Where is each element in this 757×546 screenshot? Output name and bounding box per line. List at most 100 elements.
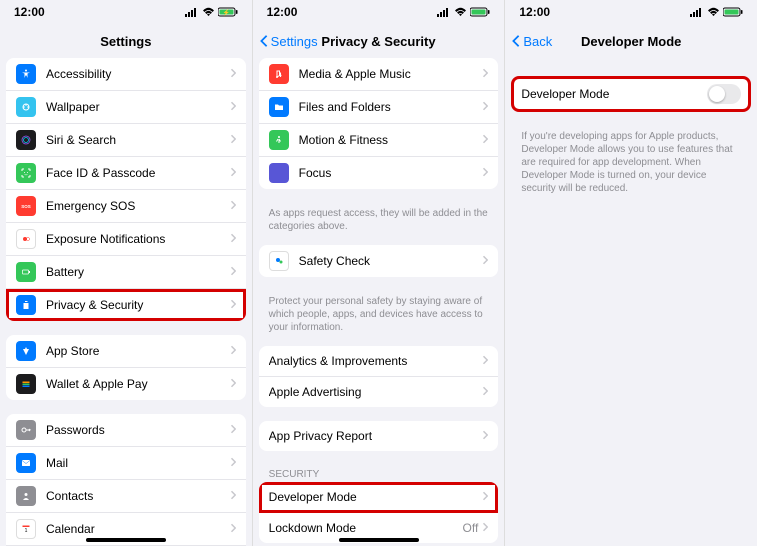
row-label: Siri & Search (46, 133, 230, 147)
chevron-right-icon (230, 487, 236, 505)
chevron-right-icon (230, 296, 236, 314)
cellular-icon (690, 7, 704, 17)
devmode-content: Developer Mode If you're developing apps… (505, 58, 757, 546)
privacy-screen: 12:00 Settings Privacy & Security Media … (253, 0, 506, 546)
row-analytics[interactable]: Analytics & Improvements (259, 346, 499, 377)
row-label: Lockdown Mode (269, 521, 463, 535)
row-battery[interactable]: Battery (6, 256, 246, 289)
row-label: Wallpaper (46, 100, 230, 114)
contacts-icon (16, 486, 36, 506)
row-accessibility[interactable]: Accessibility (6, 58, 246, 91)
row-developer-mode[interactable]: Developer Mode (259, 482, 499, 513)
battery-icon (723, 7, 743, 17)
row-wallpaper[interactable]: Wallpaper (6, 91, 246, 124)
status-bar: 12:00 (505, 0, 757, 24)
row-privacy-report[interactable]: App Privacy Report (259, 421, 499, 451)
chevron-right-icon (230, 131, 236, 149)
chevron-right-icon (230, 98, 236, 116)
cellular-icon (185, 7, 199, 17)
page-title: Developer Mode (581, 34, 681, 49)
row-developer-mode-toggle[interactable]: Developer Mode (511, 76, 751, 112)
page-title: Settings (100, 34, 151, 49)
safety-icon (269, 251, 289, 271)
chevron-right-icon (230, 520, 236, 538)
row-appstore[interactable]: App Store (6, 335, 246, 368)
home-indicator[interactable] (339, 538, 419, 542)
lockdown-state: Off (463, 521, 479, 535)
wallpaper-icon (16, 97, 36, 117)
row-label: Safety Check (299, 254, 483, 268)
appstore-icon (16, 341, 36, 361)
row-label: Face ID & Passcode (46, 166, 230, 180)
row-label: Battery (46, 265, 230, 279)
security-header: SECURITY (259, 465, 499, 482)
status-time: 12:00 (14, 5, 45, 19)
row-label: Contacts (46, 489, 230, 503)
row-privacy[interactable]: Privacy & Security (6, 289, 246, 321)
settings-list[interactable]: Accessibility Wallpaper Siri & Search Fa… (0, 58, 252, 546)
accessibility-icon (16, 64, 36, 84)
back-button[interactable]: Settings (259, 34, 318, 49)
row-label: Mail (46, 456, 230, 470)
row-contacts[interactable]: Contacts (6, 480, 246, 513)
chevron-right-icon (230, 197, 236, 215)
row-files[interactable]: Files and Folders (259, 91, 499, 124)
status-indicators (690, 7, 743, 17)
row-advertising[interactable]: Apple Advertising (259, 377, 499, 407)
chevron-right-icon (482, 131, 488, 149)
nav-bar: Settings (0, 24, 252, 58)
home-indicator[interactable] (86, 538, 166, 542)
developer-mode-toggle[interactable] (707, 84, 741, 104)
passwords-icon (16, 420, 36, 440)
row-label: Passwords (46, 423, 230, 437)
row-label: Analytics & Improvements (269, 354, 483, 368)
row-safety-check[interactable]: Safety Check (259, 245, 499, 277)
row-label: Exposure Notifications (46, 232, 230, 246)
svg-text:⚡: ⚡ (222, 9, 229, 17)
chevron-right-icon (230, 65, 236, 83)
settings-screen: 12:00 ⚡ Settings Accessibility Wallpaper… (0, 0, 253, 546)
row-faceid[interactable]: Face ID & Passcode (6, 157, 246, 190)
chevron-right-icon (230, 454, 236, 472)
chevron-right-icon (230, 421, 236, 439)
back-button[interactable]: Back (511, 34, 552, 49)
devmode-note: If you're developing apps for Apple prod… (511, 126, 751, 207)
row-label: Calendar (46, 522, 230, 536)
status-indicators: ⚡ (185, 7, 238, 17)
status-bar: 12:00 ⚡ (0, 0, 252, 24)
status-time: 12:00 (519, 5, 550, 19)
wallet-icon (16, 374, 36, 394)
siri-icon (16, 130, 36, 150)
battery-icon: ⚡ (218, 7, 238, 17)
sos-icon: SOS (16, 196, 36, 216)
chevron-right-icon (482, 488, 488, 506)
privacy-icon (16, 295, 36, 315)
row-mail[interactable]: Mail (6, 447, 246, 480)
row-siri[interactable]: Siri & Search (6, 124, 246, 157)
chevron-right-icon (230, 342, 236, 360)
svg-text:SOS: SOS (21, 204, 31, 209)
privacy-list[interactable]: Media & Apple Music Files and Folders Mo… (253, 58, 505, 546)
row-focus[interactable]: Focus (259, 157, 499, 189)
row-wallet[interactable]: Wallet & Apple Pay (6, 368, 246, 400)
row-label: App Store (46, 344, 230, 358)
chevron-right-icon (482, 252, 488, 270)
row-passwords[interactable]: Passwords (6, 414, 246, 447)
safety-note: Protect your personal safety by staying … (259, 291, 499, 346)
access-note: As apps request access, they will be add… (259, 203, 499, 245)
row-motion[interactable]: Motion & Fitness (259, 124, 499, 157)
chevron-right-icon (482, 164, 488, 182)
chevron-right-icon (482, 427, 488, 445)
row-label: Media & Apple Music (299, 67, 483, 81)
battery-icon (470, 7, 490, 17)
row-label: Privacy & Security (46, 298, 230, 312)
calendar-icon: 1 (16, 519, 36, 539)
status-bar: 12:00 (253, 0, 505, 24)
row-exposure[interactable]: Exposure Notifications (6, 223, 246, 256)
cellular-icon (437, 7, 451, 17)
row-media[interactable]: Media & Apple Music (259, 58, 499, 91)
motion-icon (269, 130, 289, 150)
chevron-right-icon (482, 519, 488, 537)
row-sos[interactable]: SOSEmergency SOS (6, 190, 246, 223)
row-label: Files and Folders (299, 100, 483, 114)
